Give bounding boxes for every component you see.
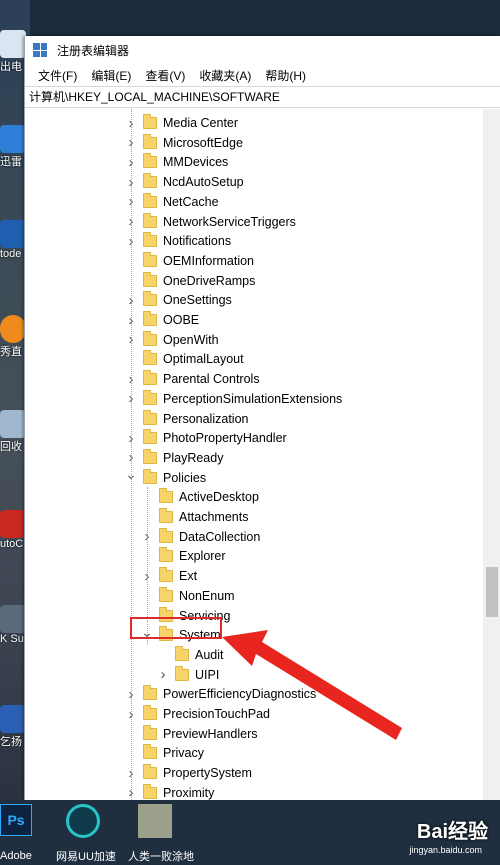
taskbar-app-game[interactable]: 人类一败涂地 (128, 804, 194, 864)
baidu-watermark-url: jingyan.baidu.com (409, 845, 482, 855)
baidu-watermark: Bai经验 (416, 821, 488, 843)
game-icon (138, 804, 172, 838)
annotation-arrow (222, 630, 402, 740)
photoshop-icon: Ps (0, 804, 32, 836)
taskbar-app-uu[interactable]: 网易UU加速 (56, 804, 116, 864)
taskbar-app-photoshop[interactable]: Ps Adobe (0, 804, 32, 862)
uu-accelerator-icon (66, 804, 100, 838)
